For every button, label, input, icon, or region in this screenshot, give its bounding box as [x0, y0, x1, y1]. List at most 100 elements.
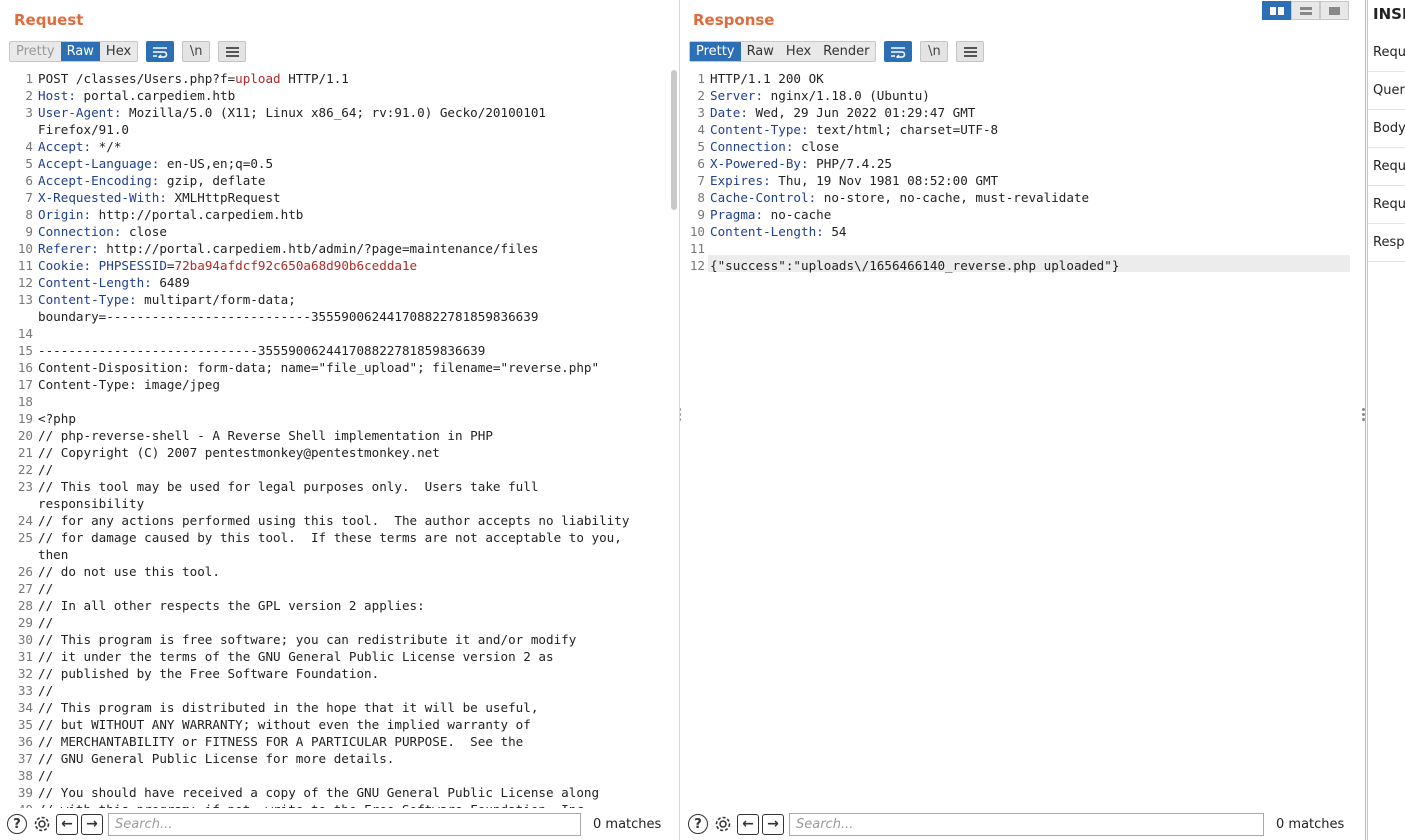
response-prev-match-button[interactable]: ← [737, 813, 759, 835]
response-wrap-lines-button[interactable] [884, 41, 913, 62]
code-text: Firefox/91.0 [38, 122, 129, 137]
inspector-resize-handle[interactable] [1361, 408, 1365, 421]
header-name: Date: [710, 105, 748, 120]
inspector-title: INSPECTOR [1373, 5, 1405, 23]
request-prev-match-button[interactable]: ← [56, 813, 78, 835]
inspector-item-body-parameters[interactable]: Body parameters [1368, 110, 1405, 148]
wrap-lines-button[interactable] [146, 41, 175, 62]
code-text: // [38, 581, 54, 596]
code-text: // You should have received a copy of th… [38, 785, 600, 800]
arrow-left-icon: ← [737, 813, 759, 835]
request-line-number: 39 [17, 785, 33, 800]
request-code-line: Cookie: PHPSESSID=72ba94afdcf92c650a68d9… [38, 257, 417, 274]
code-text: // but WITHOUT ANY WARRANTY; without eve… [38, 717, 531, 732]
code-text: // for any actions performed using this … [38, 513, 630, 528]
request-tab-hex[interactable]: Hex [100, 42, 137, 61]
inspector-item-query-parameters[interactable]: Query parameters [1368, 72, 1405, 110]
request-editor[interactable]: 1 POST /classes/Users.php?f=upload HTTP/1… [0, 68, 676, 808]
code-text: POST /classes/Users.php?f= [38, 71, 236, 86]
arrow-right-icon: → [762, 813, 784, 835]
layout-side-by-side-button[interactable] [1262, 1, 1291, 20]
response-line-number: 1 [697, 71, 705, 86]
request-scrollbar[interactable] [671, 70, 677, 210]
response-title: Response [693, 11, 775, 29]
request-line-number: 31 [17, 649, 33, 664]
response-next-match-button[interactable]: → [762, 813, 784, 835]
response-tab-hex[interactable]: Hex [780, 42, 817, 61]
header-name: Content-Type: [710, 122, 809, 137]
code-text: Content-Type: image/jpeg [38, 377, 220, 392]
code-text: multipart/form-data; [136, 292, 296, 307]
response-line-number: 6 [697, 156, 705, 171]
response-pane: Response Pretty Raw Hex Render \n 1 HTTP… [681, 0, 1366, 840]
request-code-line: Connection: close [38, 223, 167, 240]
request-code-line: // GNU General Public License for more d… [38, 750, 394, 767]
request-code-line: // [38, 461, 53, 478]
code-text: Thu, 19 Nov 1981 08:52:00 GMT [770, 173, 999, 188]
response-line-number: 4 [697, 122, 705, 137]
inspector-item-request-headers[interactable]: Request headers [1368, 186, 1405, 224]
header-name: Server: [710, 88, 764, 103]
inspector-item-response-headers[interactable]: Response headers [1368, 224, 1405, 262]
request-line-number: 28 [17, 598, 33, 613]
arrow-right-icon: → [81, 813, 103, 835]
help-icon: ? [688, 814, 708, 834]
request-code-line: Content-Type: image/jpeg [38, 376, 220, 393]
request-code-line: // [38, 614, 53, 631]
request-code-line: Accept: */* [38, 138, 121, 155]
code-text: // This tool may be used for legal purpo… [38, 479, 539, 494]
code-text: = [166, 258, 175, 273]
request-search-input[interactable] [108, 812, 581, 836]
header-name: User-Agent: [38, 105, 122, 120]
response-menu-button[interactable] [956, 41, 985, 62]
layout-stacked-button[interactable] [1291, 1, 1320, 20]
header-name: Content-Type: [38, 292, 137, 307]
response-editor[interactable]: 1 HTTP/1.1 200 OK 2 Server: nginx/1.18.0 (U… [681, 68, 1361, 808]
request-line-number: 38 [17, 768, 33, 783]
request-line-number: 4 [25, 139, 33, 154]
response-help-button[interactable]: ? [687, 813, 709, 835]
request-line-number: 17 [17, 377, 33, 392]
response-show-newlines-button[interactable]: \n [920, 41, 949, 62]
show-newlines-button[interactable]: \n [182, 41, 211, 62]
response-line-number: 7 [697, 173, 705, 188]
request-tab-pretty[interactable]: Pretty [10, 42, 61, 61]
request-tab-raw[interactable]: Raw [60, 42, 100, 61]
response-search-input[interactable] [789, 812, 1264, 836]
code-text: en-US,en;q=0.5 [159, 156, 274, 171]
request-code-line: // it under the terms of the GNU General… [38, 648, 554, 665]
request-settings-button[interactable] [31, 813, 53, 835]
request-toolbar: Pretty Raw Hex \n [9, 41, 247, 62]
response-code-line: Cache-Control: no-store, no-cache, must-… [710, 189, 1089, 206]
request-menu-button[interactable] [218, 41, 247, 62]
request-next-match-button[interactable]: → [81, 813, 103, 835]
request-search-bar: ? ← → 0 matches [0, 808, 679, 840]
request-code-line: Accept-Encoding: gzip, deflate [38, 172, 265, 189]
response-code-line: {"success":"uploads\/1656466140_reverse.… [710, 257, 1119, 274]
arrow-left-icon: ← [56, 813, 78, 835]
response-line-number: 11 [689, 241, 705, 256]
code-text: http://portal.carpediem.htb/admin/?page=… [98, 241, 539, 256]
gear-icon [715, 816, 731, 832]
header-name: Content-Length: [38, 275, 152, 290]
response-match-count: 0 matches [1276, 816, 1345, 832]
code-text: HTTP/1.1 [280, 71, 349, 86]
response-settings-button[interactable] [712, 813, 734, 835]
response-tab-pretty[interactable]: Pretty [690, 42, 741, 61]
code-text: // GNU General Public License for more d… [38, 751, 395, 766]
inspector-item-request-attributes[interactable]: Request attributes [1368, 34, 1405, 72]
code-text: 6489 [151, 275, 190, 290]
inspector-item-request-cookies[interactable]: Request cookies [1368, 148, 1405, 186]
response-tab-render[interactable]: Render [817, 42, 875, 61]
request-line-number: 7 [25, 190, 33, 205]
request-code-line: boundary=---------------------------3555… [38, 308, 538, 325]
request-code-line: X-Requested-With: XMLHttpRequest [38, 189, 281, 206]
code-text: portal.carpediem.htb [75, 88, 236, 103]
request-help-button[interactable]: ? [6, 813, 28, 835]
layout-tabs-button[interactable] [1320, 1, 1349, 20]
code-text: // This program is distributed in the ho… [38, 700, 539, 715]
request-line-number: 13 [17, 292, 33, 307]
header-name: X-Requested-With: [38, 190, 167, 205]
response-tab-raw[interactable]: Raw [741, 42, 780, 61]
code-text: no-store, no-cache, must-revalidate [816, 190, 1090, 205]
